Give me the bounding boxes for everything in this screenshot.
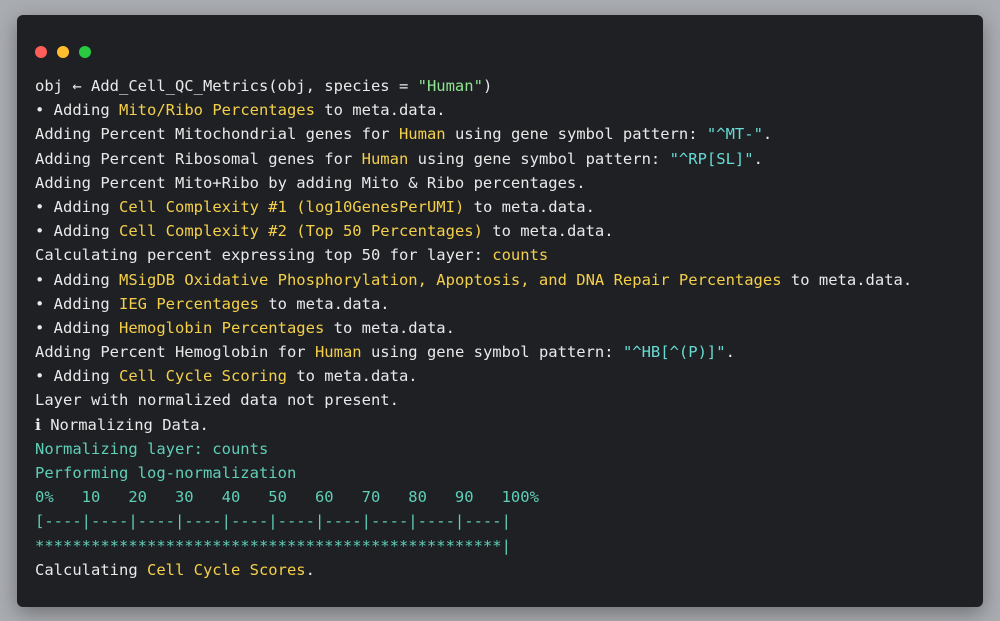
console-line: • Adding Mito/Ribo Percentages to meta.d… xyxy=(35,98,975,122)
console-line: Calculating percent expressing top 50 fo… xyxy=(35,243,975,267)
console-line: Performing log-normalization xyxy=(35,461,975,485)
console-text: [----|----|----|----|----|----|----|----… xyxy=(35,512,511,531)
console-line: Normalizing layer: counts xyxy=(35,437,975,461)
console-text: Performing log-normalization xyxy=(35,464,297,482)
console-text: "Human" xyxy=(417,77,483,95)
console-text: counts xyxy=(492,246,549,265)
console-text: Cell Cycle Scoring xyxy=(119,367,287,386)
console-output: obj ← Add_Cell_QC_Metrics(obj, species =… xyxy=(35,74,975,582)
console-text: to meta.data. xyxy=(781,270,913,289)
console-text: to meta.data. xyxy=(314,101,446,120)
console-text: Hemoglobin Percentages xyxy=(119,318,325,337)
console-text: . xyxy=(753,149,763,168)
console-text: • Adding xyxy=(35,367,119,386)
console-text: ****************************************… xyxy=(35,536,511,555)
console-text: • Adding xyxy=(35,222,119,241)
console-line: Layer with normalized data not present. xyxy=(35,388,975,412)
console-text: Human xyxy=(398,125,446,144)
console-text: Adding Percent Mito+Ribo by adding Mito … xyxy=(35,173,586,192)
close-window-button[interactable] xyxy=(35,46,47,58)
console-line: • Adding Cell Complexity #2 (Top 50 Perc… xyxy=(35,219,975,243)
console-text: IEG Percentages xyxy=(119,294,259,313)
console-text: ℹ Normalizing Data. xyxy=(35,415,209,434)
console-text: 0% 10 20 30 40 50 60 70 80 90 100% xyxy=(35,488,539,507)
console-text: • Adding xyxy=(35,318,119,337)
console-text: to meta.data. xyxy=(324,318,455,337)
console-line: Calculating Cell Cycle Scores. xyxy=(35,558,975,582)
console-text: using gene symbol pattern: xyxy=(445,125,707,144)
console-text: . xyxy=(725,343,735,362)
console-text: • Adding xyxy=(35,101,119,120)
console-line: obj ← Add_Cell_QC_Metrics(obj, species =… xyxy=(35,74,975,98)
console-text: . xyxy=(762,125,773,144)
console-text: MSigDB Oxidative Phosphorylation, Apopto… xyxy=(119,270,782,289)
console-line: • Adding Cell Complexity #1 (log10GenesP… xyxy=(35,195,975,219)
console-line: ℹ Normalizing Data. xyxy=(35,413,975,437)
console-line: • Adding Cell Cycle Scoring to meta.data… xyxy=(35,364,975,388)
console-line: Adding Percent Mitochondrial genes for H… xyxy=(35,122,975,146)
console-text: Human xyxy=(361,149,409,168)
console-text: Mito/Ribo Percentages xyxy=(119,101,315,120)
console-text: ) xyxy=(482,77,493,95)
console-line: Adding Percent Mito+Ribo by adding Mito … xyxy=(35,171,975,195)
console-line: [----|----|----|----|----|----|----|----… xyxy=(35,509,975,533)
console-line: Adding Percent Ribosomal genes for Human… xyxy=(35,147,975,171)
console-text: Adding Percent Mitochondrial genes for xyxy=(35,125,399,144)
console-text: Calculating percent expressing top 50 fo… xyxy=(35,246,493,265)
console-text: • Adding xyxy=(35,197,119,216)
console-text: using gene symbol pattern: xyxy=(408,149,670,168)
console-text: Cell Cycle Scores xyxy=(146,560,306,579)
console-text: Calculating xyxy=(35,560,147,579)
zoom-window-button[interactable] xyxy=(79,46,91,58)
console-text: to meta.data. xyxy=(286,367,418,386)
console-line: • Adding IEG Percentages to meta.data. xyxy=(35,292,975,316)
console-text: Adding Percent Ribosomal genes for xyxy=(35,149,362,168)
console-text: Cell Complexity #1 (log10GenesPerUMI) xyxy=(119,197,465,216)
console-text: to meta.data. xyxy=(464,197,595,216)
console-text: using gene symbol pattern: xyxy=(361,343,623,362)
console-text: "^HB[^(P)]" xyxy=(622,343,726,362)
console-text: Human xyxy=(314,343,362,362)
console-text: Cell Complexity #2 (Top 50 Percentages) xyxy=(119,222,483,241)
console-text: • Adding xyxy=(35,294,119,313)
console-line: 0% 10 20 30 40 50 60 70 80 90 100% xyxy=(35,485,975,509)
console-text: to meta.data. xyxy=(482,222,614,241)
console-text: Normalizing layer: counts xyxy=(35,439,269,458)
console-text: Adding Percent Hemoglobin for xyxy=(35,343,315,362)
console-text: . xyxy=(305,560,315,579)
console-text: • Adding xyxy=(35,270,119,289)
minimize-window-button[interactable] xyxy=(57,46,69,58)
console-text: "^MT-" xyxy=(706,125,763,144)
console-line: ****************************************… xyxy=(35,534,975,558)
console-text: Layer with normalized data not present. xyxy=(35,391,399,410)
console-text: obj ← Add_Cell_QC_Metrics(obj, species = xyxy=(35,77,418,95)
terminal-window: obj ← Add_Cell_QC_Metrics(obj, species =… xyxy=(17,15,983,607)
console-line: • Adding MSigDB Oxidative Phosphorylatio… xyxy=(35,268,975,292)
console-text: "^RP[SL]" xyxy=(669,149,754,168)
console-line: • Adding Hemoglobin Percentages to meta.… xyxy=(35,316,975,340)
console-line: Adding Percent Hemoglobin for Human usin… xyxy=(35,340,975,364)
console-text: to meta.data. xyxy=(258,294,390,313)
